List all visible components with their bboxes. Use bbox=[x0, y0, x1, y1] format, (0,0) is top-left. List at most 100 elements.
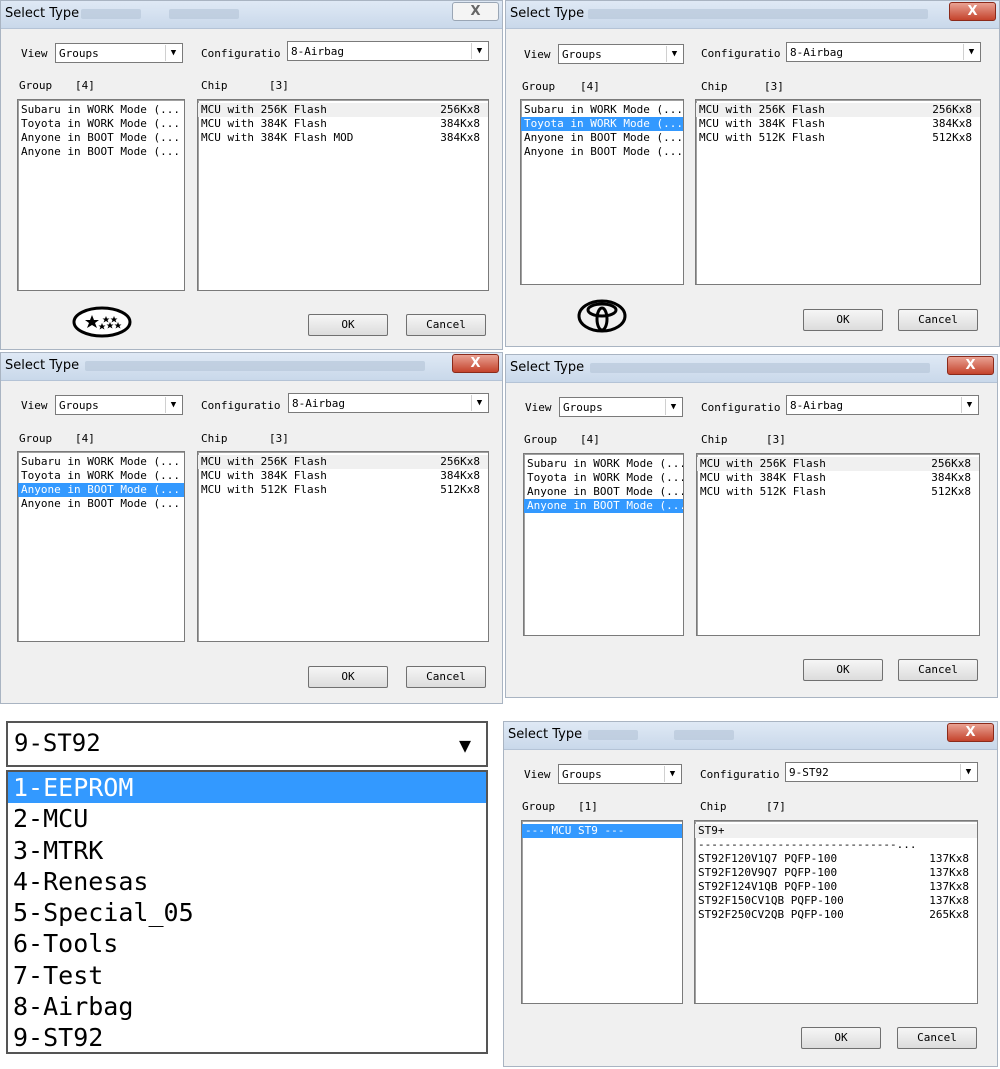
ok-button[interactable]: OK bbox=[803, 309, 883, 331]
configuration-option[interactable]: 3-MTRK bbox=[8, 835, 486, 866]
cancel-button[interactable]: Cancel bbox=[406, 666, 486, 688]
chevron-down-icon[interactable] bbox=[665, 399, 681, 415]
chip-list-item[interactable]: ST92F120V1Q7 PQFP-100 137Kx8 bbox=[695, 852, 977, 866]
chevron-down-icon[interactable] bbox=[471, 43, 487, 59]
group-list[interactable]: Subaru in WORK Mode (... Toyota in WORK M… bbox=[17, 451, 185, 642]
view-select-value: Groups bbox=[562, 48, 602, 61]
view-select[interactable]: Groups bbox=[55, 43, 183, 63]
chip-list[interactable]: MCU with 256K Flash 256Kx8 MCU with 384K F… bbox=[696, 453, 980, 636]
chevron-down-icon[interactable] bbox=[165, 397, 181, 413]
chevron-down-icon[interactable] bbox=[471, 395, 487, 411]
group-list-item[interactable]: Toyota in WORK Mode (... bbox=[18, 117, 184, 131]
view-select[interactable]: Groups bbox=[558, 44, 684, 64]
chip-list-item[interactable]: ST92F250CV2QB PQFP-100 265Kx8 bbox=[695, 908, 977, 922]
group-list[interactable]: --- MCU ST9 --- bbox=[521, 820, 683, 1004]
chip-list[interactable]: MCU with 256K Flash 256Kx8 MCU with 384K F… bbox=[197, 451, 489, 642]
group-list[interactable]: Subaru in WORK Mode (... Toyota in WORK M… bbox=[17, 99, 185, 291]
ok-button[interactable]: OK bbox=[308, 666, 388, 688]
chevron-down-icon[interactable] bbox=[963, 44, 979, 60]
group-list-item[interactable]: Anyone in BOOT Mode (... bbox=[521, 131, 683, 145]
configuration-option[interactable]: 7-Test bbox=[8, 960, 486, 991]
chip-list[interactable]: MCU with 256K Flash 256Kx8 MCU with 384K F… bbox=[197, 99, 489, 291]
configuration-option[interactable]: 2-MCU bbox=[8, 803, 486, 834]
cancel-button[interactable]: Cancel bbox=[898, 309, 978, 331]
chevron-down-icon[interactable] bbox=[961, 397, 977, 413]
chip-list-item[interactable]: MCU with 256K Flash 256Kx8 bbox=[697, 457, 979, 471]
group-list-item[interactable]: Anyone in BOOT Mode (... bbox=[524, 485, 683, 499]
chip-list-item[interactable]: ST92F150CV1QB PQFP-100 137Kx8 bbox=[695, 894, 977, 908]
cancel-button[interactable]: Cancel bbox=[897, 1027, 977, 1049]
title-bar-blur bbox=[169, 9, 239, 19]
group-list-item[interactable]: Anyone in BOOT Mode (... bbox=[524, 499, 683, 513]
group-list-item[interactable]: Anyone in BOOT Mode (... bbox=[18, 483, 184, 497]
group-list-item[interactable]: Subaru in WORK Mode (... bbox=[521, 103, 683, 117]
configuration-dropdown[interactable]: 9-ST92 bbox=[6, 721, 488, 767]
chip-list-item[interactable]: ST9+ bbox=[695, 824, 977, 838]
group-list-item[interactable]: Toyota in WORK Mode (... bbox=[18, 469, 184, 483]
group-list-item[interactable]: Toyota in WORK Mode (... bbox=[524, 471, 683, 485]
chip-list-item[interactable]: MCU with 512K Flash 512Kx8 bbox=[697, 485, 979, 499]
configuration-select[interactable]: 8-Airbag bbox=[786, 42, 981, 62]
ok-button[interactable]: OK bbox=[803, 659, 883, 681]
ok-button[interactable]: OK bbox=[801, 1027, 881, 1049]
configuration-select[interactable]: 8-Airbag bbox=[288, 393, 489, 413]
cancel-button[interactable]: Cancel bbox=[406, 314, 486, 336]
title-bar[interactable]: Select Type X bbox=[1, 353, 502, 381]
group-list-item[interactable]: Subaru in WORK Mode (... bbox=[524, 457, 683, 471]
chip-list-item[interactable]: MCU with 384K Flash 384Kx8 bbox=[697, 471, 979, 485]
view-select[interactable]: Groups bbox=[55, 395, 183, 415]
chevron-down-icon[interactable] bbox=[664, 766, 680, 782]
view-select[interactable]: Groups bbox=[559, 397, 683, 417]
cancel-button[interactable]: Cancel bbox=[898, 659, 978, 681]
configuration-select[interactable]: 8-Airbag bbox=[786, 395, 979, 415]
group-list-item[interactable]: Anyone in BOOT Mode (... bbox=[18, 131, 184, 145]
ok-button[interactable]: OK bbox=[308, 314, 388, 336]
close-button[interactable]: X bbox=[452, 2, 499, 21]
group-list-item[interactable]: Subaru in WORK Mode (... bbox=[18, 455, 184, 469]
group-list[interactable]: Subaru in WORK Mode (... Toyota in WORK M… bbox=[523, 453, 684, 636]
title-bar[interactable]: Select Type X bbox=[1, 1, 502, 29]
chip-list-item[interactable]: MCU with 512K Flash 512Kx8 bbox=[696, 131, 980, 145]
close-button[interactable]: X bbox=[949, 2, 996, 21]
chip-list-item[interactable]: MCU with 256K Flash 256Kx8 bbox=[198, 455, 488, 469]
configuration-option[interactable]: 5-Special_05 bbox=[8, 897, 486, 928]
configuration-option[interactable]: 9-ST92 bbox=[8, 1022, 486, 1053]
chip-list-item[interactable]: ST92F124V1QB PQFP-100 137Kx8 bbox=[695, 880, 977, 894]
configuration-option[interactable]: 1-EEPROM bbox=[8, 772, 486, 804]
chip-list[interactable]: ST9+ ------------------------------... ST9… bbox=[694, 820, 978, 1004]
configuration-select[interactable]: 9-ST92 bbox=[785, 762, 978, 782]
title-bar[interactable]: Select Type X bbox=[504, 722, 997, 750]
configuration-dropdown-list[interactable]: 1-EEPROM 2-MCU 3-MTRK 4-Renesas 5-Special_05… bbox=[6, 770, 488, 1054]
group-list-item[interactable]: Anyone in BOOT Mode (... bbox=[18, 497, 184, 511]
chevron-down-icon[interactable] bbox=[165, 45, 181, 61]
chip-list-item[interactable]: ST92F120V9Q7 PQFP-100 137Kx8 bbox=[695, 866, 977, 880]
chip-list-item[interactable]: MCU with 384K Flash MOD 384Kx8 bbox=[198, 131, 488, 145]
chip-list-item[interactable]: MCU with 384K Flash 384Kx8 bbox=[198, 117, 488, 131]
configuration-option[interactable]: 4-Renesas bbox=[8, 866, 486, 897]
chip-list[interactable]: MCU with 256K Flash 256Kx8 MCU with 384K F… bbox=[695, 99, 981, 285]
group-list-item[interactable]: --- MCU ST9 --- bbox=[522, 824, 682, 838]
view-select[interactable]: Groups bbox=[558, 764, 682, 784]
chip-list-item[interactable]: MCU with 512K Flash 512Kx8 bbox=[198, 483, 488, 497]
chevron-down-icon[interactable] bbox=[960, 764, 976, 780]
group-list[interactable]: Subaru in WORK Mode (... Toyota in WORK M… bbox=[520, 99, 684, 285]
configuration-option[interactable]: 8-Airbag bbox=[8, 991, 486, 1022]
group-list-item[interactable]: Anyone in BOOT Mode (... bbox=[18, 145, 184, 159]
close-button[interactable]: X bbox=[947, 723, 994, 742]
chevron-down-icon[interactable] bbox=[666, 46, 682, 62]
group-list-item[interactable]: Subaru in WORK Mode (... bbox=[18, 103, 184, 117]
chip-list-item[interactable]: MCU with 256K Flash 256Kx8 bbox=[696, 103, 980, 117]
configuration-option[interactable]: 6-Tools bbox=[8, 928, 486, 959]
chevron-down-icon[interactable] bbox=[450, 730, 480, 760]
chip-list-item[interactable]: ------------------------------... bbox=[695, 838, 977, 852]
group-list-item[interactable]: Toyota in WORK Mode (... bbox=[521, 117, 683, 131]
title-bar[interactable]: Select Type X bbox=[506, 1, 999, 29]
chip-list-item[interactable]: MCU with 256K Flash 256Kx8 bbox=[198, 103, 488, 117]
title-bar[interactable]: Select Type X bbox=[506, 355, 997, 383]
configuration-select[interactable]: 8-Airbag bbox=[287, 41, 489, 61]
group-list-item[interactable]: Anyone in BOOT Mode (... bbox=[521, 145, 683, 159]
chip-list-item[interactable]: MCU with 384K Flash 384Kx8 bbox=[198, 469, 488, 483]
close-button[interactable]: X bbox=[947, 356, 994, 375]
close-button[interactable]: X bbox=[452, 354, 499, 373]
chip-list-item[interactable]: MCU with 384K Flash 384Kx8 bbox=[696, 117, 980, 131]
